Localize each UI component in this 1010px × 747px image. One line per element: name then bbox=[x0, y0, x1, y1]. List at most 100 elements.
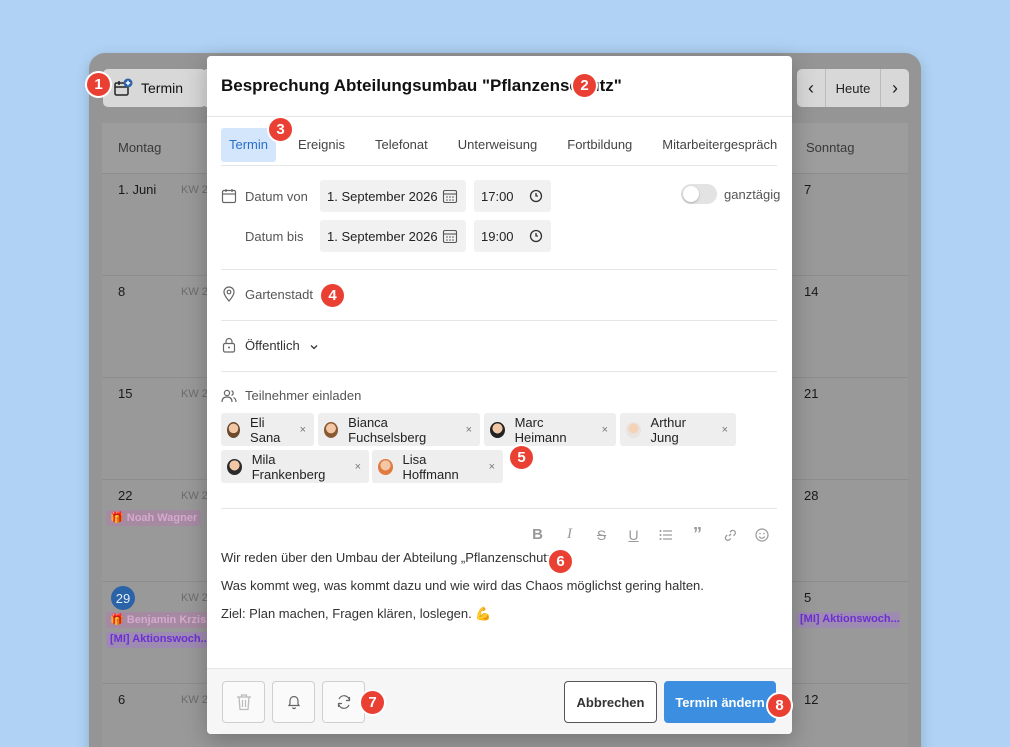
emoji-icon[interactable] bbox=[753, 526, 770, 543]
annotation-marker-4: 4 bbox=[319, 282, 346, 309]
avatar bbox=[378, 458, 393, 475]
remove-icon[interactable]: × bbox=[300, 424, 314, 436]
annotation-marker-7: 7 bbox=[359, 689, 386, 716]
participant-chip[interactable]: Lisa Hoffmann × bbox=[372, 450, 503, 483]
italic-icon[interactable]: I bbox=[561, 526, 578, 543]
allday-toggle[interactable] bbox=[681, 184, 717, 204]
event-aktionswoche[interactable]: [MI] Aktionswoch... bbox=[796, 612, 900, 628]
remove-icon[interactable]: × bbox=[489, 461, 503, 473]
annotation-marker-8: 8 bbox=[766, 692, 793, 719]
calendar-day-cell[interactable]: 15 KW 2 bbox=[102, 377, 217, 479]
calendar-day-cell[interactable]: 1. Juni KW 2 bbox=[102, 173, 217, 275]
quote-icon[interactable]: ” bbox=[689, 524, 706, 544]
date-to-label: Datum bis bbox=[245, 229, 304, 244]
calendar-day-cell[interactable]: 7 bbox=[792, 173, 908, 275]
calendar-day-cell[interactable]: 14 bbox=[792, 275, 908, 377]
time-from-field[interactable]: 17:00 bbox=[474, 180, 551, 212]
calendar-day-cell[interactable]: 21 bbox=[792, 377, 908, 479]
participant-chip[interactable]: Bianca Fuchselsberg × bbox=[318, 413, 480, 446]
date-from-label: Datum von bbox=[245, 189, 308, 204]
participant-chip[interactable]: Arthur Jung × bbox=[620, 413, 736, 446]
avatar bbox=[626, 421, 641, 438]
strikethrough-icon[interactable]: S bbox=[593, 526, 610, 543]
link-icon[interactable] bbox=[721, 526, 738, 543]
tab-fortbildung[interactable]: Fortbildung bbox=[559, 128, 640, 162]
participant-chip[interactable]: Marc Heimann × bbox=[484, 413, 616, 446]
bullet-list-icon[interactable] bbox=[657, 526, 674, 543]
editor-toolbar: B I S U ” bbox=[529, 524, 770, 544]
tab-mitarbeitergespraech[interactable]: Mitarbeitergespräch bbox=[654, 128, 785, 162]
date-from-field[interactable]: 1. September 2026 bbox=[320, 180, 466, 212]
calendar-grid-icon[interactable] bbox=[442, 188, 458, 204]
calendar-day-cell[interactable]: 29 KW 2 🎁 Benjamin Krzis [MI] Aktionswoc… bbox=[102, 581, 217, 683]
chevron-right-icon[interactable]: › bbox=[881, 69, 909, 107]
calendar-day-cell[interactable]: 6 KW 2 bbox=[102, 683, 217, 747]
new-appointment-label: Termin bbox=[141, 80, 184, 96]
clock-icon[interactable] bbox=[529, 189, 543, 203]
tab-unterweisung[interactable]: Unterweisung bbox=[450, 128, 546, 162]
calendar-day-cell[interactable]: 8 KW 2 bbox=[102, 275, 217, 377]
avatar bbox=[227, 458, 242, 475]
dialog-footer: Abbrechen Termin ändern bbox=[207, 668, 792, 734]
divider bbox=[221, 508, 777, 509]
calendar-day-cell[interactable]: 5 [MI] Aktionswoch... bbox=[792, 581, 908, 683]
event-birthday-benjamin[interactable]: 🎁 Benjamin Krzis bbox=[106, 612, 212, 628]
avatar bbox=[227, 421, 241, 438]
trash-icon bbox=[236, 694, 251, 711]
toggle-knob bbox=[683, 186, 699, 202]
edit-appointment-dialog: Besprechung Abteilungsumbau "Pflanzensch… bbox=[207, 56, 792, 734]
participant-chip[interactable]: Eli Sana × bbox=[221, 413, 314, 446]
reminder-button[interactable] bbox=[272, 681, 315, 723]
clock-icon[interactable] bbox=[529, 229, 543, 243]
annotation-marker-2: 2 bbox=[571, 72, 598, 99]
annotation-marker-1: 1 bbox=[85, 71, 112, 98]
update-appointment-button[interactable]: Termin ändern bbox=[664, 681, 776, 723]
remove-icon[interactable]: × bbox=[722, 424, 736, 436]
chevron-left-icon[interactable]: ‹ bbox=[797, 69, 825, 107]
remove-icon[interactable]: × bbox=[602, 424, 616, 436]
remove-icon[interactable]: × bbox=[355, 461, 369, 473]
time-to-field[interactable]: 19:00 bbox=[474, 220, 551, 252]
divider bbox=[221, 371, 777, 372]
today-button[interactable]: Heute bbox=[825, 69, 881, 107]
calendar-day-cell[interactable]: 12 bbox=[792, 683, 908, 747]
title-divider bbox=[207, 116, 792, 117]
divider bbox=[221, 320, 777, 321]
lock-icon bbox=[222, 337, 236, 353]
calendar-grid-icon[interactable] bbox=[442, 228, 458, 244]
event-aktionswoche[interactable]: [MI] Aktionswoch... bbox=[106, 632, 217, 648]
delete-button[interactable] bbox=[222, 681, 265, 723]
date-to-field[interactable]: 1. September 2026 bbox=[320, 220, 466, 252]
visibility-select[interactable]: Öffentlich bbox=[245, 338, 319, 353]
participant-chip[interactable]: Mila Frankenberg × bbox=[221, 450, 369, 483]
annotation-marker-3: 3 bbox=[267, 116, 294, 143]
event-birthday-noah[interactable]: 🎁 Noah Wagner bbox=[106, 510, 201, 526]
cancel-button[interactable]: Abbrechen bbox=[564, 681, 657, 723]
users-icon bbox=[221, 389, 237, 403]
divider bbox=[221, 269, 777, 270]
calendar-day-cell[interactable]: 28 bbox=[792, 479, 908, 581]
calendar-plus-icon bbox=[114, 78, 133, 96]
new-appointment-button[interactable]: Termin bbox=[103, 69, 206, 107]
description-line[interactable]: Was kommt weg, was kommt dazu und wie wi… bbox=[221, 578, 704, 593]
chevron-down-icon bbox=[310, 344, 318, 349]
day-header-monday: Montag bbox=[102, 123, 217, 173]
allday-label: ganztägig bbox=[724, 187, 781, 202]
tab-ereignis[interactable]: Ereignis bbox=[290, 128, 353, 162]
appointment-type-tabs: Termin Ereignis Telefonat Unterweisung F… bbox=[221, 124, 777, 166]
bell-icon bbox=[287, 695, 300, 710]
remove-icon[interactable]: × bbox=[466, 424, 480, 436]
refresh-icon bbox=[337, 695, 350, 709]
day-header-sunday: Sonntag bbox=[792, 123, 908, 173]
location-field[interactable]: Gartenstadt bbox=[245, 287, 313, 302]
underline-icon[interactable]: U bbox=[625, 526, 642, 543]
location-pin-icon bbox=[223, 286, 235, 302]
calendar-day-cell[interactable]: 22 KW 2 🎁 Noah Wagner bbox=[102, 479, 217, 581]
invite-label: Teilnehmer einladen bbox=[245, 388, 362, 403]
date-navigation: ‹ Heute › bbox=[797, 69, 909, 107]
description-line[interactable]: Wir reden über den Umbau der Abteilung „… bbox=[221, 550, 558, 565]
tab-telefonat[interactable]: Telefonat bbox=[367, 128, 436, 162]
bold-icon[interactable]: B bbox=[529, 526, 546, 543]
avatar bbox=[324, 421, 339, 438]
description-line[interactable]: Ziel: Plan machen, Fragen klären, losleg… bbox=[221, 606, 492, 622]
